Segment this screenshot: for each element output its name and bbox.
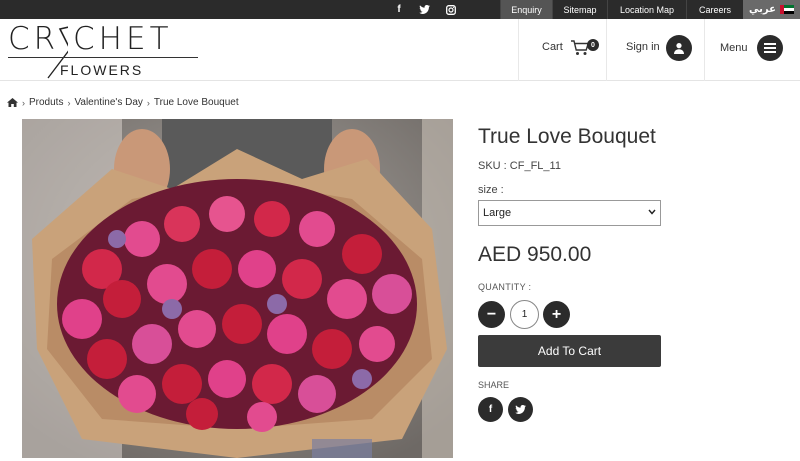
crochet-flowers-logo[interactable]: CR CHET FLOWERS	[8, 21, 200, 79]
chevron-down-icon	[648, 209, 656, 215]
share-facebook-button[interactable]: f	[478, 397, 503, 422]
menu-label: Menu	[720, 42, 748, 54]
cart-count-badge: 0	[587, 39, 599, 51]
nav-sitemap[interactable]: Sitemap	[552, 0, 607, 19]
breadcrumb-current: True Love Bouquet	[153, 97, 239, 108]
size-label: size :	[478, 184, 504, 196]
facebook-icon[interactable]: f	[389, 0, 409, 19]
site-header: CR CHET FLOWERS Cart 0 Sign in Menu	[0, 19, 800, 81]
language-label: عربي	[749, 4, 776, 15]
cart-label: Cart	[542, 41, 563, 53]
product-price: AED 950.00	[478, 243, 592, 266]
product-title: True Love Bouquet	[478, 125, 656, 148]
instagram-icon[interactable]	[441, 0, 461, 19]
breadcrumb-valentines-day[interactable]: Valentine's Day	[74, 97, 142, 108]
twitter-icon[interactable]	[414, 0, 434, 19]
logo-subtitle: FLOWERS	[60, 62, 144, 78]
quantity-increment-button[interactable]: +	[543, 301, 570, 328]
menu-button[interactable]: Menu	[704, 19, 800, 81]
language-switcher[interactable]: عربي	[743, 0, 800, 19]
nav-location-map[interactable]: Location Map	[607, 0, 686, 19]
chevron-right-icon: ›	[22, 97, 25, 108]
twitter-icon	[515, 405, 526, 414]
bouquet-photo	[22, 119, 453, 458]
share-label: SHARE	[478, 380, 510, 390]
share-twitter-button[interactable]	[508, 397, 533, 422]
add-to-cart-button[interactable]: Add To Cart	[478, 335, 661, 367]
product-image[interactable]	[22, 119, 453, 458]
hamburger-icon	[757, 35, 783, 61]
user-icon	[666, 35, 692, 61]
cart-button[interactable]: Cart 0	[518, 19, 606, 81]
product-sku: SKU : CF_FL_11	[478, 160, 561, 172]
size-selected-value: Large	[483, 207, 512, 219]
quantity-label: QUANTITY :	[478, 282, 532, 292]
home-icon[interactable]	[7, 98, 18, 107]
breadcrumb-produts[interactable]: Produts	[29, 97, 63, 108]
top-bar: f Enquiry Sitemap Location Map Careers ع…	[0, 0, 800, 19]
chevron-right-icon: ›	[67, 97, 71, 108]
quantity-decrement-button[interactable]: −	[478, 301, 505, 328]
nav-enquiry[interactable]: Enquiry	[500, 0, 552, 19]
quantity-input[interactable]: 1	[510, 300, 539, 329]
uae-flag-icon	[779, 5, 794, 14]
sign-in-label: Sign in	[626, 41, 660, 53]
size-select[interactable]: Large	[478, 200, 661, 226]
nav-careers[interactable]: Careers	[686, 0, 743, 19]
chevron-right-icon: ›	[146, 97, 150, 108]
sign-in-button[interactable]: Sign in	[606, 19, 704, 81]
breadcrumb: › Produts › Valentine's Day › True Love …	[7, 97, 239, 108]
logo-flower-icon	[47, 26, 68, 79]
